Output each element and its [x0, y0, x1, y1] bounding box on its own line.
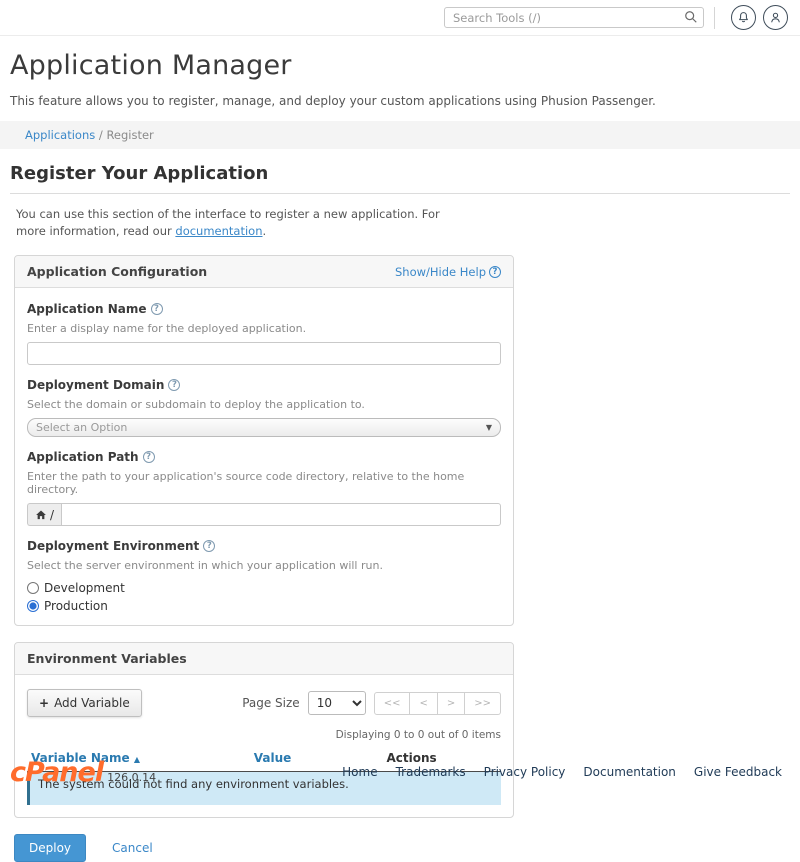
deployment-domain-label-text: Deployment Domain [27, 378, 164, 392]
deployment-environment-label: Deployment Environment ? [27, 539, 501, 553]
config-panel-title: Application Configuration [27, 264, 207, 279]
deployment-domain-help-text: Select the domain or subdomain to deploy… [27, 398, 501, 411]
deployment-domain-label: Deployment Domain ? [27, 378, 501, 392]
deployment-environment-label-text: Deployment Environment [27, 539, 199, 553]
user-account-icon[interactable] [763, 5, 788, 30]
development-radio[interactable] [27, 582, 39, 594]
documentation-link[interactable]: documentation [175, 224, 262, 238]
footer-link-documentation[interactable]: Documentation [583, 765, 676, 779]
env-panel-title: Environment Variables [27, 651, 187, 666]
pagination-prev-button[interactable]: < [410, 692, 437, 715]
page-description: This feature allows you to register, man… [10, 94, 790, 108]
path-prefix: / [50, 508, 54, 522]
displaying-count-text: Displaying 0 to 0 out of 0 items [27, 729, 501, 741]
cpanel-logo: cPanel [10, 757, 103, 788]
topbar-divider [714, 7, 715, 29]
application-path-label-text: Application Path [27, 450, 139, 464]
application-path-input[interactable] [61, 503, 501, 526]
breadcrumb-separator: / [99, 128, 103, 142]
application-name-label: Application Name ? [27, 302, 501, 316]
application-path-help-icon[interactable]: ? [143, 451, 155, 463]
topbar [0, 0, 800, 36]
application-path-label: Application Path ? [27, 450, 501, 464]
development-radio-label: Development [44, 581, 125, 595]
footer-link-home[interactable]: Home [342, 765, 377, 779]
show-hide-help-link[interactable]: Show/Hide Help ? [395, 265, 501, 279]
add-variable-button[interactable]: + Add Variable [27, 689, 142, 717]
application-path-help-text: Enter the path to your application's sou… [27, 470, 501, 496]
application-path-input-group: / [27, 503, 501, 526]
chevron-down-icon: ▼ [486, 423, 492, 432]
pagination-controls: << < > >> [374, 692, 501, 715]
production-radio[interactable] [27, 600, 39, 612]
footer-links: Home Trademarks Privacy Policy Documenta… [342, 765, 782, 779]
pagination-last-button[interactable]: >> [465, 692, 501, 715]
breadcrumb-current: Register [106, 128, 153, 142]
cancel-button[interactable]: Cancel [112, 841, 153, 855]
plus-icon: + [39, 696, 49, 710]
section-intro: You can use this section of the interfac… [16, 206, 468, 239]
search-tools [444, 7, 704, 28]
home-icon [35, 509, 47, 521]
deployment-environment-help-icon[interactable]: ? [203, 540, 215, 552]
deployment-domain-select[interactable]: Select an Option ▼ [27, 418, 501, 437]
page-size-select[interactable]: 10 [308, 691, 366, 715]
deployment-environment-help-text: Select the server environment in which y… [27, 559, 501, 572]
application-name-label-text: Application Name [27, 302, 147, 316]
page-title: Application Manager [10, 50, 790, 81]
search-input[interactable] [444, 7, 704, 28]
deploy-button[interactable]: Deploy [14, 834, 86, 862]
deployment-domain-selected-value: Select an Option [36, 421, 127, 434]
application-name-input[interactable] [27, 342, 501, 365]
add-variable-label: Add Variable [54, 696, 130, 710]
application-name-help-icon[interactable]: ? [151, 303, 163, 315]
search-icon[interactable] [684, 10, 698, 24]
footer-link-privacy-policy[interactable]: Privacy Policy [484, 765, 566, 779]
section-title: Register Your Application [10, 163, 790, 194]
pagination-next-button[interactable]: > [438, 692, 465, 715]
production-radio-label: Production [44, 599, 108, 613]
deployment-domain-help-icon[interactable]: ? [168, 379, 180, 391]
pagination-first-button[interactable]: << [374, 692, 411, 715]
breadcrumb-applications-link[interactable]: Applications [25, 128, 95, 142]
notifications-bell-icon[interactable] [731, 5, 756, 30]
help-question-icon: ? [489, 266, 501, 278]
page-size-label: Page Size [242, 696, 300, 710]
home-directory-addon: / [27, 503, 61, 526]
footer-version: 126.0.14 [107, 771, 156, 784]
application-configuration-panel: Application Configuration Show/Hide Help… [14, 255, 514, 626]
show-hide-help-label: Show/Hide Help [395, 265, 486, 279]
footer: cPanel 126.0.14 Home Trademarks Privacy … [0, 754, 800, 800]
radio-option-production[interactable]: Production [27, 599, 501, 613]
footer-link-trademarks[interactable]: Trademarks [396, 765, 466, 779]
footer-link-give-feedback[interactable]: Give Feedback [694, 765, 782, 779]
radio-option-development[interactable]: Development [27, 581, 501, 595]
application-name-help-text: Enter a display name for the deployed ap… [27, 322, 501, 335]
intro-suffix: . [263, 224, 267, 238]
breadcrumb: Applications / Register [0, 121, 800, 149]
